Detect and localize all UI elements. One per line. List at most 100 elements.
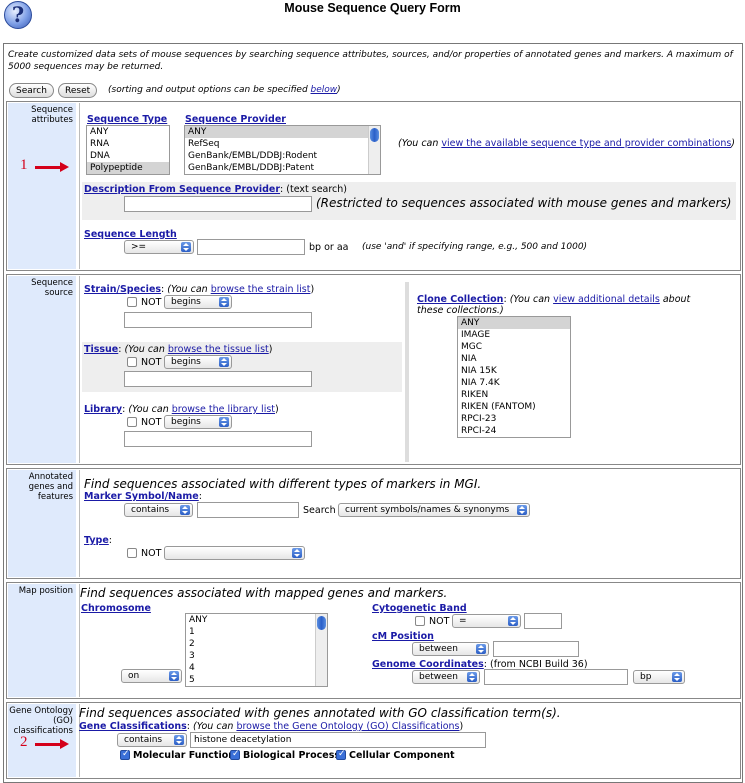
cytogenetic-band-label[interactable]: Cytogenetic Band	[372, 603, 467, 614]
annotated-heading: Find sequences associated with different…	[84, 477, 482, 491]
list-item[interactable]: NIA 15K	[458, 365, 570, 377]
chromosome-operator-select[interactable]: on	[121, 669, 182, 683]
list-item[interactable]: 1	[186, 626, 327, 638]
marker-operator-select[interactable]: contains	[124, 503, 193, 517]
molecular-function-checkbox[interactable]	[120, 749, 130, 760]
search-scope-label: Search	[303, 505, 336, 516]
strain-not-checkbox[interactable]	[127, 297, 137, 307]
length-operator-select[interactable]: >=	[124, 240, 194, 254]
marker-symbol-label[interactable]: Marker Symbol/Name	[84, 491, 199, 502]
sequence-type-list[interactable]: ANY RNA DNA Polypeptide	[86, 125, 170, 175]
list-item[interactable]: 5	[186, 674, 327, 686]
cm-input[interactable]	[493, 641, 579, 657]
genome-input[interactable]	[484, 669, 628, 685]
go-operator-select[interactable]: contains	[117, 733, 187, 747]
sequence-provider-label[interactable]: Sequence Provider	[185, 114, 286, 125]
list-item[interactable]: RPCI-24	[458, 425, 570, 437]
sequence-type-label[interactable]: Sequence Type	[87, 114, 167, 125]
you-can: (You can	[398, 138, 442, 149]
gene-classifications-label[interactable]: Gene Classifications	[79, 721, 187, 732]
browse-go-link[interactable]: browse the Gene Ontology (GO) Classifica…	[236, 721, 459, 732]
length-input[interactable]	[197, 239, 305, 255]
cyto-not-checkbox[interactable]	[415, 616, 425, 626]
list-item[interactable]: GenBank/EMBL/DDBJ:Patent	[185, 162, 380, 174]
tissue-label[interactable]: Tissue	[84, 344, 118, 355]
library-operator-select[interactable]: begins	[164, 415, 232, 429]
sequence-length-label[interactable]: Sequence Length	[84, 229, 177, 240]
list-item[interactable]: NIA	[458, 353, 570, 365]
strain-input[interactable]	[124, 312, 312, 328]
genome-operator-select[interactable]: between	[412, 670, 480, 684]
tissue-pre: (You can	[124, 344, 168, 355]
description-input[interactable]	[124, 196, 312, 212]
list-item[interactable]: Polypeptide	[87, 162, 169, 174]
marker-input[interactable]	[197, 502, 299, 518]
cellular-component-checkbox[interactable]	[336, 749, 346, 760]
browse-tissue-link[interactable]: browse the tissue list	[168, 344, 269, 355]
library-op: begins	[171, 417, 201, 427]
scrollbar[interactable]	[368, 126, 380, 174]
list-item[interactable]: RPCI-23	[458, 413, 570, 425]
list-item[interactable]: DNA	[87, 150, 169, 162]
search-scope-select[interactable]: current symbols/names & synonyms	[338, 503, 530, 517]
type-select[interactable]	[164, 546, 305, 560]
clone-pre: (You can	[509, 294, 554, 305]
scrollbar[interactable]	[315, 614, 327, 686]
list-item[interactable]: ANY	[87, 126, 169, 138]
list-item[interactable]: 4	[186, 662, 327, 674]
strain-label[interactable]: Strain/Species	[84, 284, 161, 295]
cyto-input[interactable]	[524, 613, 562, 629]
clone-details-link[interactable]: view additional details	[553, 294, 660, 305]
type-label[interactable]: Type	[84, 535, 109, 546]
chromosome-list[interactable]: ANY 1 2 3 4 5	[185, 613, 328, 687]
sorting-note: (sorting and output options can be speci…	[108, 85, 341, 95]
reset-button[interactable]: Reset	[58, 83, 98, 98]
genome-coordinates-label[interactable]: Genome Coordinates	[372, 659, 484, 670]
tissue-row: Tissue: (You can browse the tissue list)	[84, 344, 273, 355]
sequence-provider-list[interactable]: ANY RefSeq GenBank/EMBL/DDBJ:Rodent GenB…	[184, 125, 381, 175]
list-item[interactable]: 2	[186, 638, 327, 650]
description-label[interactable]: Description From Sequence Provider	[84, 184, 280, 195]
list-item[interactable]: RefSeq	[185, 138, 380, 150]
search-button[interactable]: Search	[9, 83, 54, 98]
library-not-checkbox[interactable]	[127, 417, 137, 427]
list-item[interactable]: RIKEN	[458, 389, 570, 401]
chromosome-label[interactable]: Chromosome	[81, 603, 151, 614]
biological-process-checkbox[interactable]	[230, 749, 240, 760]
library-input[interactable]	[124, 431, 312, 447]
list-item[interactable]: IMAGE	[458, 329, 570, 341]
description-hint: : (text search)	[280, 184, 348, 195]
marker-row: Marker Symbol/Name:	[84, 491, 202, 502]
list-item[interactable]: 3	[186, 650, 327, 662]
chrom-op: on	[128, 671, 140, 681]
type-row: Type:	[84, 535, 112, 546]
library-label[interactable]: Library	[84, 404, 122, 415]
list-item[interactable]: MGC	[458, 341, 570, 353]
list-item[interactable]: GenBank/EMBL/DDBJ:Rodent	[185, 150, 380, 162]
cyto-operator-select[interactable]: =	[452, 614, 521, 628]
tissue-operator-select[interactable]: begins	[164, 355, 232, 369]
strain-not-label: NOT	[141, 297, 162, 308]
strain-row: Strain/Species: (You can browse the stra…	[84, 284, 315, 295]
strain-operator-select[interactable]: begins	[164, 295, 232, 309]
tissue-not-checkbox[interactable]	[127, 357, 137, 367]
list-item[interactable]: ANY	[186, 614, 327, 626]
type-not-checkbox[interactable]	[127, 548, 137, 558]
browse-library-link[interactable]: browse the library list	[172, 404, 275, 415]
list-item[interactable]: NIA 7.4K	[458, 377, 570, 389]
cm-operator-select[interactable]: between	[412, 642, 489, 656]
cm-position-label[interactable]: cM Position	[372, 631, 434, 642]
clone-collection-list[interactable]: ANY IMAGE MGC NIA NIA 15K NIA 7.4K RIKEN…	[457, 316, 571, 438]
genome-unit-select[interactable]: bp	[633, 670, 685, 684]
browse-strain-link[interactable]: browse the strain list	[211, 284, 311, 295]
list-item[interactable]: RNA	[87, 138, 169, 150]
sorting-below-link[interactable]: below	[311, 85, 338, 95]
list-item[interactable]: ANY	[185, 126, 380, 138]
go-term-input[interactable]: histone deacetylation	[190, 732, 486, 748]
combinations-link[interactable]: view the available sequence type and pro…	[441, 138, 731, 149]
clone-collection-label[interactable]: Clone Collection	[417, 294, 503, 305]
description-row: Description From Sequence Provider: (tex…	[84, 184, 347, 195]
list-item[interactable]: RIKEN (FANTOM)	[458, 401, 570, 413]
tissue-input[interactable]	[124, 371, 312, 387]
list-item[interactable]: ANY	[458, 317, 570, 329]
